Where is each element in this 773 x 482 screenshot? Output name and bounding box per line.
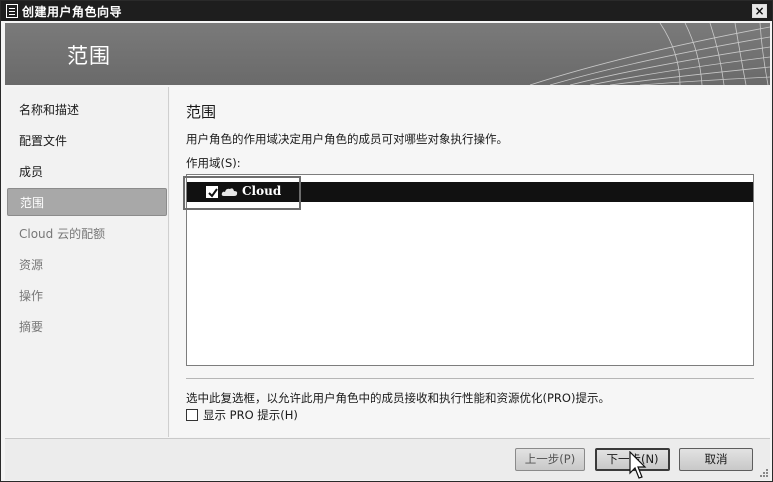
step-summary[interactable]: 摘要 [7, 313, 167, 341]
mouse-pointer-icon [629, 451, 647, 479]
wizard-window: 创建用户角色向导 × 范围 名称和描述 配置文件 成员 范围 Cloud 云的配… [0, 0, 773, 482]
app-icon [6, 4, 18, 18]
cancel-button[interactable]: 取消 [679, 448, 753, 471]
pro-info-text: 选中此复选框，以允许此用户角色中的成员接收和执行性能和资源优化(PRO)提示。 [186, 391, 610, 405]
main-panel: 范围 用户角色的作用域决定用户角色的成员可对哪些对象执行操作。 作用域(S): … [170, 87, 770, 437]
header-title: 范围 [67, 44, 111, 68]
cloud-scope-checkbox[interactable] [206, 186, 218, 198]
cloud-icon [221, 188, 238, 196]
show-pro-tips-label[interactable]: 显示 PRO 提示(H) [203, 407, 298, 423]
title-bar: 创建用户角色向导 × [1, 1, 772, 21]
scope-item-label[interactable]: Cloud [242, 184, 281, 198]
scope-description: 用户角色的作用域决定用户角色的成员可对哪些对象执行操作。 [186, 132, 508, 146]
resize-grip-icon[interactable] [759, 468, 769, 478]
step-resources[interactable]: 资源 [7, 251, 167, 279]
show-pro-tips-checkbox[interactable] [186, 409, 198, 421]
previous-button[interactable]: 上一步(P) [515, 448, 585, 471]
step-scope[interactable]: 范围 [7, 188, 167, 216]
wizard-footer: 上一步(P) 下一步(N) 取消 [5, 438, 770, 480]
header-decoration-graphic [529, 23, 770, 85]
section-title: 范围 [186, 103, 217, 121]
step-profile[interactable]: 配置文件 [7, 127, 167, 155]
scope-field-label: 作用域(S): [186, 156, 241, 170]
step-cloud-quota[interactable]: Cloud 云的配额 [7, 220, 167, 248]
wizard-steps-sidebar: 名称和描述 配置文件 成员 范围 Cloud 云的配额 资源 操作 摘要 [5, 87, 169, 437]
step-name-description[interactable]: 名称和描述 [7, 96, 167, 124]
wizard-header: 范围 [5, 23, 770, 85]
checkmark-icon [208, 188, 218, 198]
scope-tree-list[interactable]: Cloud [183, 174, 754, 366]
window-title: 创建用户角色向导 [22, 4, 123, 19]
step-members[interactable]: 成员 [7, 158, 167, 186]
step-actions[interactable]: 操作 [7, 282, 167, 310]
close-button[interactable]: × [752, 4, 767, 18]
separator-line [186, 378, 754, 379]
